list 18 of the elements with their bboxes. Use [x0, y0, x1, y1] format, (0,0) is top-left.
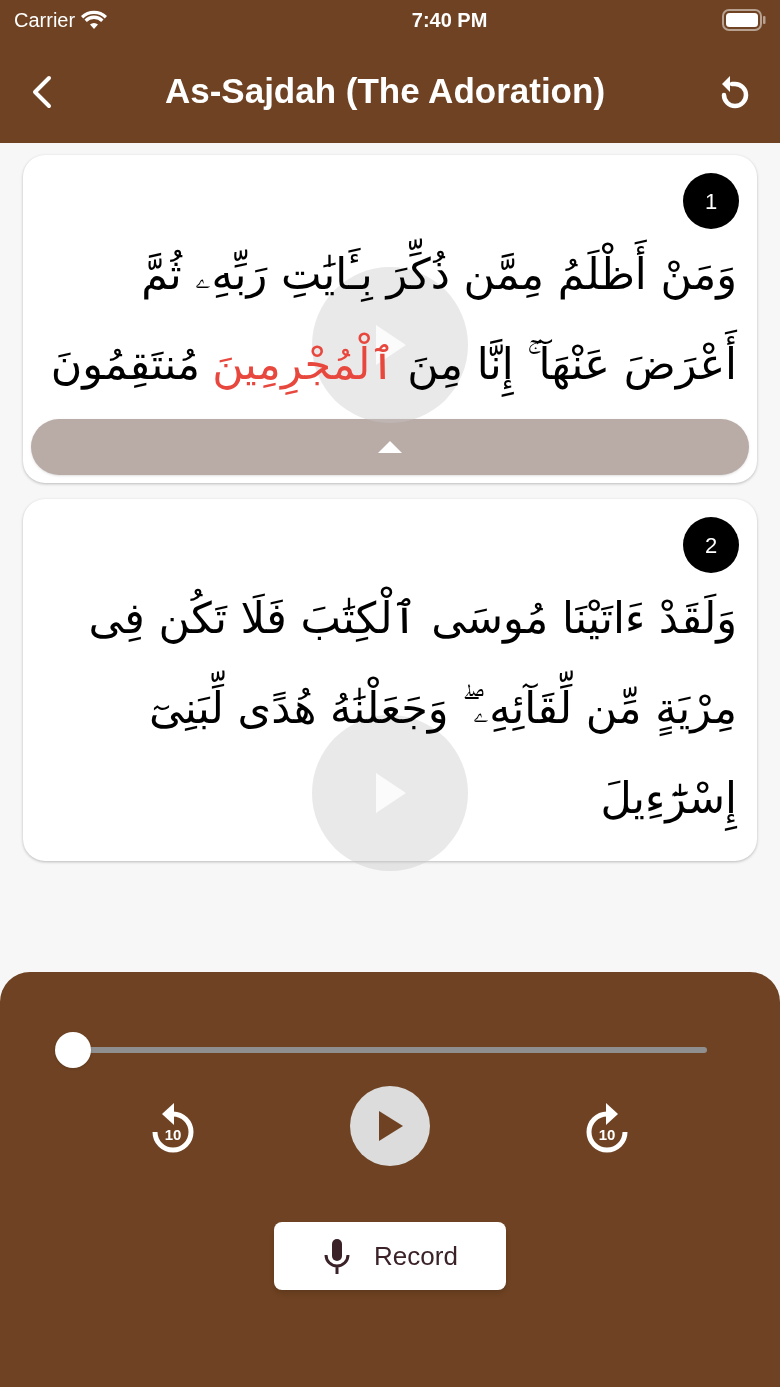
verse-text: مُنتَقِمُونَ — [50, 338, 201, 392]
verse-number: 2 — [683, 517, 739, 573]
verse-text: إِسْرَٰٓءِيلَ — [600, 753, 737, 843]
caret-up-icon — [377, 440, 403, 454]
verse-text: وَمَنْ أَظْلَمُ مِمَّن ذُكِّرَ بِـَٔايَٰتِ رَبِّهِۦ ثُمَّ — [141, 229, 737, 319]
skip-forward-button[interactable]: 10 — [582, 1098, 632, 1154]
highlighted-word: ٱلْمُجْرِمِينَ — [212, 319, 396, 409]
verse-text: أَعْرَضَ عَنْهَآ ۚ إِنَّا مِنَ — [407, 319, 737, 409]
verse-text: مِرْيَةٍ مِّن لِّقَآئِهِۦ ۖ وَجَعَلْنَٰهُ هُدًى لِّبَنِىٓ — [149, 663, 737, 753]
wifi-icon — [81, 10, 108, 30]
record-button[interactable]: Record — [274, 1222, 506, 1290]
carrier-label: Carrier — [14, 8, 76, 33]
clock-time: 7:40 PM — [411, 8, 488, 33]
battery-icon — [722, 9, 766, 31]
verse-number: 1 — [683, 173, 739, 229]
skip-back-button[interactable]: 10 — [148, 1098, 198, 1154]
verse-text: وَلَقَدْ ءَاتَيْنَا مُوسَى ٱلْكِتَٰبَ فَلَا تَكُن فِى — [88, 573, 737, 663]
page-title: As-Sajdah (The Adoration) — [164, 70, 606, 113]
